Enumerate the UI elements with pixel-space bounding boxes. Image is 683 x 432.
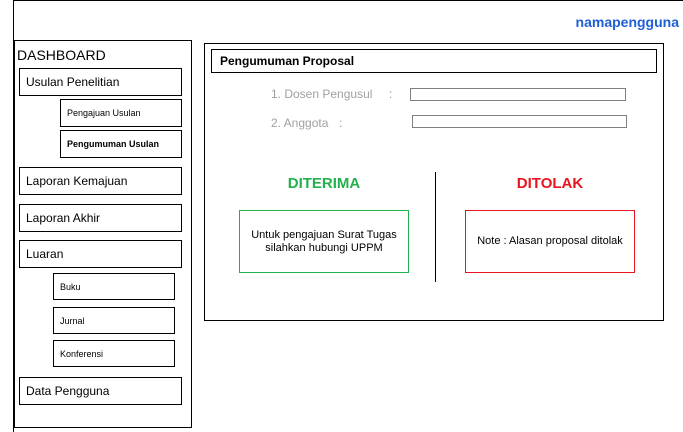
sidebar-item-label: Konferensi bbox=[60, 348, 104, 359]
sidebar: DASHBOARD Usulan Penelitian Pengajuan Us… bbox=[14, 40, 192, 428]
rejected-message-box: Note : Alasan proposal ditolak bbox=[465, 210, 635, 273]
sidebar-item-label: Usulan Penelitian bbox=[26, 75, 120, 89]
sidebar-item-label: Laporan Kemajuan bbox=[26, 174, 128, 188]
accepted-message-box: Untuk pengajuan Surat Tugas silahkan hub… bbox=[239, 210, 409, 273]
sidebar-item-usulan-penelitian[interactable]: Usulan Penelitian bbox=[19, 68, 182, 96]
sidebar-item-laporan-akhir[interactable]: Laporan Akhir bbox=[19, 204, 182, 232]
sidebar-item-label: Laporan Akhir bbox=[26, 211, 101, 225]
status-divider bbox=[435, 172, 436, 282]
dosen-pengusul-label: 1. Dosen Pengusul bbox=[271, 87, 373, 101]
username-link[interactable]: namapengguna bbox=[576, 14, 679, 30]
rejected-status-label: DITOLAK bbox=[516, 175, 584, 192]
sidebar-item-data-pengguna[interactable]: Data Pengguna bbox=[19, 377, 182, 405]
sidebar-item-buku[interactable]: Buku bbox=[53, 273, 175, 300]
sidebar-item-jurnal[interactable]: Jurnal bbox=[53, 307, 175, 334]
panel-title: Pengumuman Proposal bbox=[211, 49, 657, 73]
window-top-border bbox=[13, 0, 683, 1]
anggota-label: 2. Anggota bbox=[271, 116, 329, 130]
accepted-status-label: DITERIMA bbox=[287, 175, 361, 192]
sidebar-item-label: Buku bbox=[60, 281, 81, 292]
anggota-separator: : bbox=[339, 116, 343, 130]
sidebar-item-konferensi[interactable]: Konferensi bbox=[53, 340, 175, 367]
dosen-pengusul-separator: : bbox=[389, 87, 393, 101]
sidebar-item-label: Jurnal bbox=[60, 315, 85, 326]
anggota-field[interactable] bbox=[412, 115, 627, 128]
announcement-panel: Pengumuman Proposal 1. Dosen Pengusul : … bbox=[204, 43, 664, 321]
sidebar-item-label: Pengumuman Usulan bbox=[67, 139, 160, 149]
dosen-pengusul-field[interactable] bbox=[410, 88, 626, 101]
sidebar-item-label: Luaran bbox=[26, 247, 64, 261]
sidebar-item-luaran[interactable]: Luaran bbox=[19, 240, 182, 268]
sidebar-item-label: Data Pengguna bbox=[26, 384, 110, 398]
sidebar-item-label: Pengajuan Usulan bbox=[67, 108, 141, 118]
sidebar-item-pengumuman-usulan[interactable]: Pengumuman Usulan bbox=[60, 130, 182, 158]
sidebar-item-laporan-kemajuan[interactable]: Laporan Kemajuan bbox=[19, 167, 182, 195]
sidebar-title: DASHBOARD bbox=[17, 47, 106, 63]
sidebar-item-pengajuan-usulan[interactable]: Pengajuan Usulan bbox=[60, 99, 182, 127]
